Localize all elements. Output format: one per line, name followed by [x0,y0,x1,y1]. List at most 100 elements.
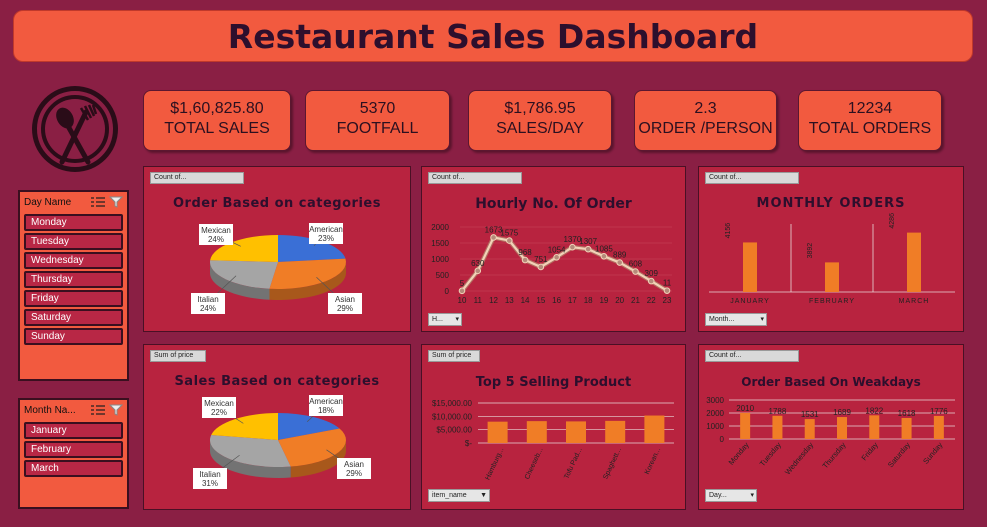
clear-filter-icon[interactable] [109,196,123,208]
hour-filter-button[interactable]: H... ▾ [428,313,462,326]
monthly-orders-panel: Count of... MONTHLY ORDERS 4156 JANUARY 38… [698,166,964,332]
data-label: 1776 [930,407,948,416]
kpi-footfall: 5370 FOOTFALL [305,90,450,151]
order-categories-pie-chart: American23%Asian29%Italian24%Mexican24% [191,223,362,314]
weekday-orders-panel: Count of... Order Based On Weakdays 0 100… [698,344,964,510]
pie-label-pct: 22% [211,408,227,417]
data-label: 11 [663,279,672,288]
data-label: 1531 [801,410,819,419]
dropdown-arrow-icon: ▾ [750,492,754,499]
slicer-header: Month Na... [20,400,127,420]
data-point [490,234,497,241]
data-label: 751 [534,255,548,264]
y-tick-label: $10,000.00 [432,412,473,421]
data-point [458,287,466,295]
data-label: 630 [471,259,485,268]
pie-label-pct: 31% [202,479,218,488]
x-tick-label: Sunday [921,440,944,465]
pie-label-name: Italian [197,295,218,304]
data-point [569,243,576,251]
data-label: 608 [629,260,643,269]
pie-label-name: Asian [344,460,364,469]
pie-label-name: American [309,397,343,406]
kpi-label: TOTAL SALES [164,120,270,137]
data-point [647,277,655,285]
slicer-item[interactable]: February [24,441,123,458]
multi-select-icon[interactable] [91,196,105,208]
filter-funnel-icon: ▼ [480,492,487,499]
pie-label-name: Mexican [201,226,231,235]
x-tick-label: FEBRUARY [809,298,855,305]
item-name-filter-button[interactable]: item_name ▼ [428,489,490,502]
kpi-value: 5370 [359,100,396,117]
y-tick-label: 1500 [431,239,449,248]
order-categories-panel: Count of... Order Based on categories Am… [143,166,411,332]
filter-label: Month... [709,316,735,323]
slicer-item[interactable]: Monday [24,214,123,231]
data-label: 4286 [889,213,896,229]
kpi-label: TOTAL ORDERS [808,120,932,137]
data-point [632,268,639,275]
x-tick-label: Wednesday [783,440,815,476]
bar [772,415,783,439]
x-tick-label: Hamburg... [484,447,505,481]
y-tick-label: $5,000.00 [436,426,472,435]
pie-label-name: Mexican [204,399,234,408]
bar [644,415,665,443]
sales-categories-pie-chart: American18% Asian29% Italian31% Mexican22% [193,395,371,489]
top-products-panel: Sum of price Top 5 Selling Product $- $5,… [421,344,686,510]
x-tick-label: Thursday [821,440,848,470]
bar [487,421,508,443]
pie-label-pct: 23% [318,234,334,243]
data-label: 889 [613,251,627,260]
filter-label: Day... [709,492,727,499]
month-filter-button[interactable]: Month... ▾ [705,313,767,326]
kpi-value: 2.3 [694,100,717,117]
kpi-value: $1,60,825.80 [170,100,264,117]
slicer-item[interactable]: Sunday [24,328,123,345]
data-label: 5 [460,279,465,288]
slicer-item[interactable]: Wednesday [24,252,123,269]
x-tick-label: Saturday [886,440,912,469]
slicer-item[interactable]: Tuesday [24,233,123,250]
x-tick-label: Monday [727,440,751,466]
x-tick-label: MARCH [899,298,930,305]
bar [825,262,839,292]
x-tick-label: 22 [647,296,656,305]
y-tick-label: 2000 [706,409,724,418]
data-label: 309 [645,269,659,278]
top-products-bar-chart: $- $5,000.00 $10,000.00 $15,000.00 Hamburg..… [432,399,674,481]
dropdown-arrow-icon: ▾ [760,316,764,323]
x-tick-label: 20 [615,296,624,305]
kpi-total-sales: $1,60,825.80 TOTAL SALES [143,90,291,151]
x-tick-label: 14 [521,296,530,305]
data-label: 1085 [595,244,613,253]
day-filter-button[interactable]: Day... ▾ [705,489,757,502]
x-tick-label: 17 [568,296,577,305]
slicer-item[interactable]: March [24,460,123,477]
x-tick-label: Tofu Pad... [563,447,584,480]
kpi-label: SALES/DAY [496,120,584,137]
data-label: 968 [518,248,532,257]
slicer-title: Day Name [24,196,72,208]
slicer-item[interactable]: Thursday [24,271,123,288]
filter-label: item_name [432,492,467,499]
data-label: 2010 [736,404,754,413]
slicer-header: Day Name [20,192,127,212]
kpi-total-orders: 12234 TOTAL ORDERS [798,90,942,151]
slicer-item[interactable]: Saturday [24,309,123,326]
clear-filter-icon[interactable] [109,404,123,416]
x-tick-label: 18 [584,296,593,305]
x-tick-label: 10 [458,296,467,305]
pie-label-pct: 24% [200,304,216,313]
slicer-item[interactable]: Friday [24,290,123,307]
spoon-fork-icon [32,86,118,172]
kpi-value: 12234 [847,100,893,117]
data-label: 3892 [807,243,814,259]
data-point [521,256,529,264]
slicer-item[interactable]: January [24,422,123,439]
dashboard-title-bar: Restaurant Sales Dashboard [13,10,973,62]
data-point [584,245,592,253]
bar [933,415,944,439]
multi-select-icon[interactable] [91,404,105,416]
